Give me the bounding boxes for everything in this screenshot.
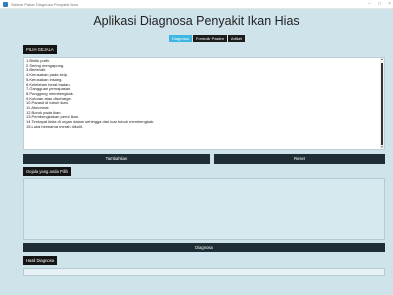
symptoms-listbox[interactable]: 1.Bintik putih. 2.Sering mengapung. 3.Berl… xyxy=(23,57,385,150)
symptoms-header: PILIH GEJALA xyxy=(23,45,57,54)
reset-button[interactable]: Reset xyxy=(214,154,385,164)
result-header: Hasil Diagnosa xyxy=(23,256,58,265)
window-title: Sistem Pakar Diagnosa Penyakit Ikan xyxy=(11,1,78,7)
page-title: Aplikasi Diagnosa Penyakit Ikan Hias xyxy=(93,14,300,28)
scroll-up-icon[interactable]: ▲ xyxy=(380,58,384,61)
tab-artikel[interactable]: Artikel xyxy=(227,35,246,42)
tab-diagnosa[interactable]: Diagnosa xyxy=(169,35,192,42)
app-icon xyxy=(3,1,8,7)
add-button[interactable]: Tambahkan xyxy=(23,154,210,164)
maximize-icon[interactable]: □ xyxy=(378,0,381,9)
diagnose-button[interactable]: Diagnosa xyxy=(23,243,385,252)
selected-symptoms-panel xyxy=(23,178,385,240)
window-titlebar: Sistem Pakar Diagnosa Penyakit Ikan – □ … xyxy=(0,0,393,9)
scroll-thumb[interactable] xyxy=(381,63,383,145)
scroll-down-icon[interactable]: ▼ xyxy=(380,146,384,149)
top-menu: Diagnosa Formulir Pasien Artikel xyxy=(169,35,246,42)
symptoms-scrollbar[interactable]: ▲ ▼ xyxy=(380,58,384,149)
symptoms-list: 1.Bintik putih. 2.Sering mengapung. 3.Berl… xyxy=(24,58,384,130)
minimize-icon[interactable]: – xyxy=(368,0,371,9)
symptom-list-item[interactable]: 15.Luka berwarna merah dikulit. xyxy=(26,124,384,130)
selected-symptoms-header: Gejala yang anda Pilih xyxy=(23,167,71,176)
result-display xyxy=(23,268,385,276)
window-controls: – □ × xyxy=(368,0,391,9)
close-icon[interactable]: × xyxy=(388,0,391,9)
tab-formulir-pasien[interactable]: Formulir Pasien xyxy=(192,35,227,42)
